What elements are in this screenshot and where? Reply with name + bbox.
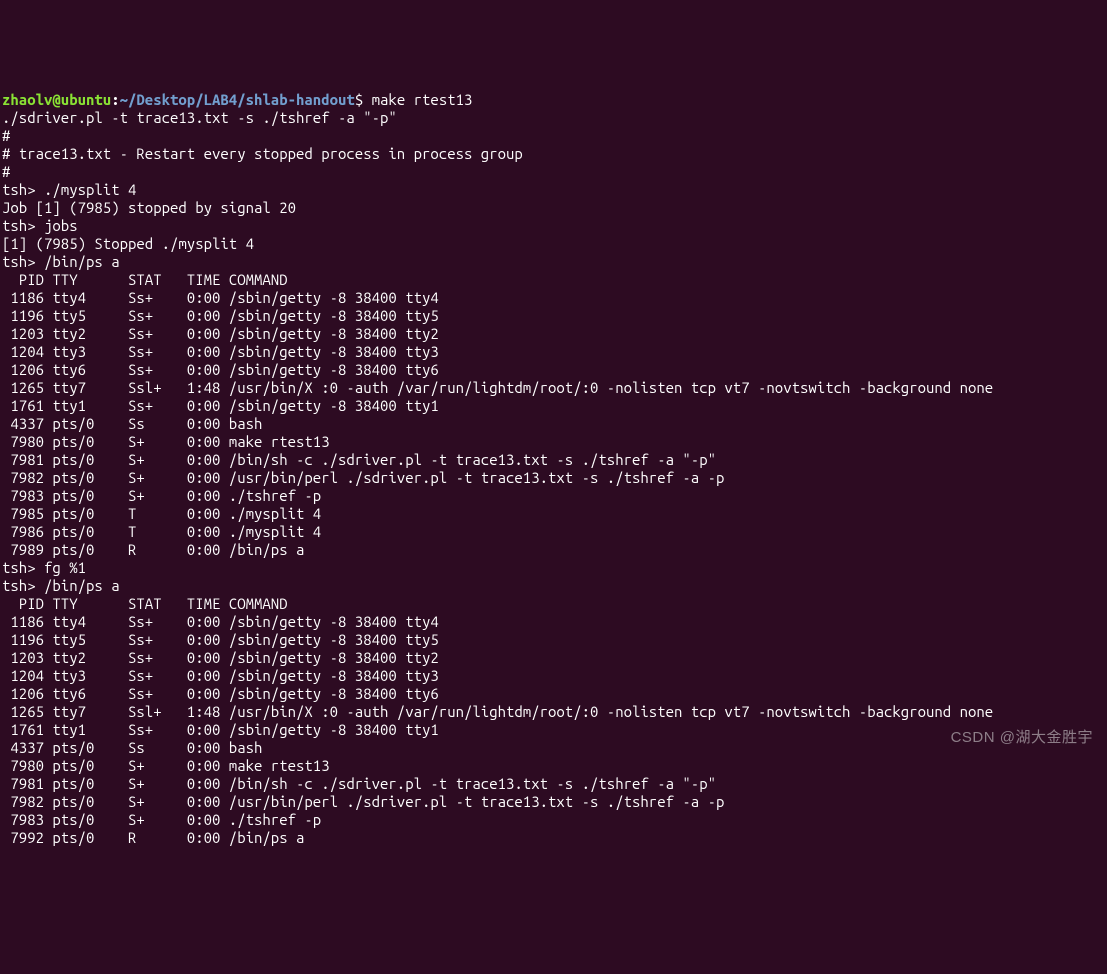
ps-header: PID TTY STAT TIME COMMAND [2, 271, 288, 288]
ps-row: 1186 tty4 Ss+ 0:00 /sbin/getty -8 38400 … [2, 613, 439, 630]
ps-row: 1206 tty6 Ss+ 0:00 /sbin/getty -8 38400 … [2, 685, 439, 702]
ps-row: 7992 pts/0 R 0:00 /bin/ps a [2, 829, 304, 846]
ps-row: 1196 tty5 Ss+ 0:00 /sbin/getty -8 38400 … [2, 631, 439, 648]
ps-row: 1203 tty2 Ss+ 0:00 /sbin/getty -8 38400 … [2, 325, 439, 342]
output-line: # [2, 127, 10, 144]
ps-row: 7983 pts/0 S+ 0:00 ./tshref -p [2, 811, 321, 828]
ps-row: 7982 pts/0 S+ 0:00 /usr/bin/perl ./sdriv… [2, 469, 724, 486]
prompt-dollar: $ [355, 91, 372, 108]
ps-row: 4337 pts/0 Ss 0:00 bash [2, 415, 262, 432]
output-line: ./sdriver.pl -t trace13.txt -s ./tshref … [2, 109, 397, 126]
ps-row: 1761 tty1 Ss+ 0:00 /sbin/getty -8 38400 … [2, 721, 439, 738]
ps-row: 1203 tty2 Ss+ 0:00 /sbin/getty -8 38400 … [2, 649, 439, 666]
output-line: [1] (7985) Stopped ./mysplit 4 [2, 235, 254, 252]
output-line: # trace13.txt - Restart every stopped pr… [2, 145, 523, 162]
ps-row: 7981 pts/0 S+ 0:00 /bin/sh -c ./sdriver.… [2, 451, 716, 468]
ps-row: 1265 tty7 Ssl+ 1:48 /usr/bin/X :0 -auth … [2, 703, 993, 720]
ps-row: 1761 tty1 Ss+ 0:00 /sbin/getty -8 38400 … [2, 397, 439, 414]
output-line: tsh> ./mysplit 4 [2, 181, 136, 198]
output-line: tsh> jobs [2, 217, 78, 234]
terminal[interactable]: zhaolv@ubuntu:~/Desktop/LAB4/shlab-hando… [0, 72, 1107, 848]
ps-row: 7983 pts/0 S+ 0:00 ./tshref -p [2, 487, 321, 504]
output-line: Job [1] (7985) stopped by signal 20 [2, 199, 296, 216]
output-line: tsh> /bin/ps a [2, 577, 120, 594]
ps-row: 1206 tty6 Ss+ 0:00 /sbin/getty -8 38400 … [2, 361, 439, 378]
watermark: CSDN @湖大金胜宇 [951, 729, 1093, 747]
ps-row: 4337 pts/0 Ss 0:00 bash [2, 739, 262, 756]
ps-row: 1204 tty3 Ss+ 0:00 /sbin/getty -8 38400 … [2, 343, 439, 360]
prompt-colon: : [111, 91, 119, 108]
output-line: tsh> /bin/ps a [2, 253, 120, 270]
shell-command: make rtest13 [372, 91, 473, 108]
ps-row: 7985 pts/0 T 0:00 ./mysplit 4 [2, 505, 321, 522]
ps-row: 7982 pts/0 S+ 0:00 /usr/bin/perl ./sdriv… [2, 793, 724, 810]
ps-header: PID TTY STAT TIME COMMAND [2, 595, 288, 612]
prompt-path: ~/Desktop/LAB4/shlab-handout [120, 91, 355, 108]
prompt-user-host: zhaolv@ubuntu [2, 91, 111, 108]
ps-row: 1196 tty5 Ss+ 0:00 /sbin/getty -8 38400 … [2, 307, 439, 324]
ps-row: 1265 tty7 Ssl+ 1:48 /usr/bin/X :0 -auth … [2, 379, 993, 396]
ps-row: 1204 tty3 Ss+ 0:00 /sbin/getty -8 38400 … [2, 667, 439, 684]
ps-row: 7980 pts/0 S+ 0:00 make rtest13 [2, 757, 330, 774]
ps-row: 7989 pts/0 R 0:00 /bin/ps a [2, 541, 304, 558]
ps-row: 1186 tty4 Ss+ 0:00 /sbin/getty -8 38400 … [2, 289, 439, 306]
output-line: # [2, 163, 10, 180]
ps-row: 7980 pts/0 S+ 0:00 make rtest13 [2, 433, 330, 450]
ps-row: 7986 pts/0 T 0:00 ./mysplit 4 [2, 523, 321, 540]
output-line: tsh> fg %1 [2, 559, 86, 576]
ps-row: 7981 pts/0 S+ 0:00 /bin/sh -c ./sdriver.… [2, 775, 716, 792]
